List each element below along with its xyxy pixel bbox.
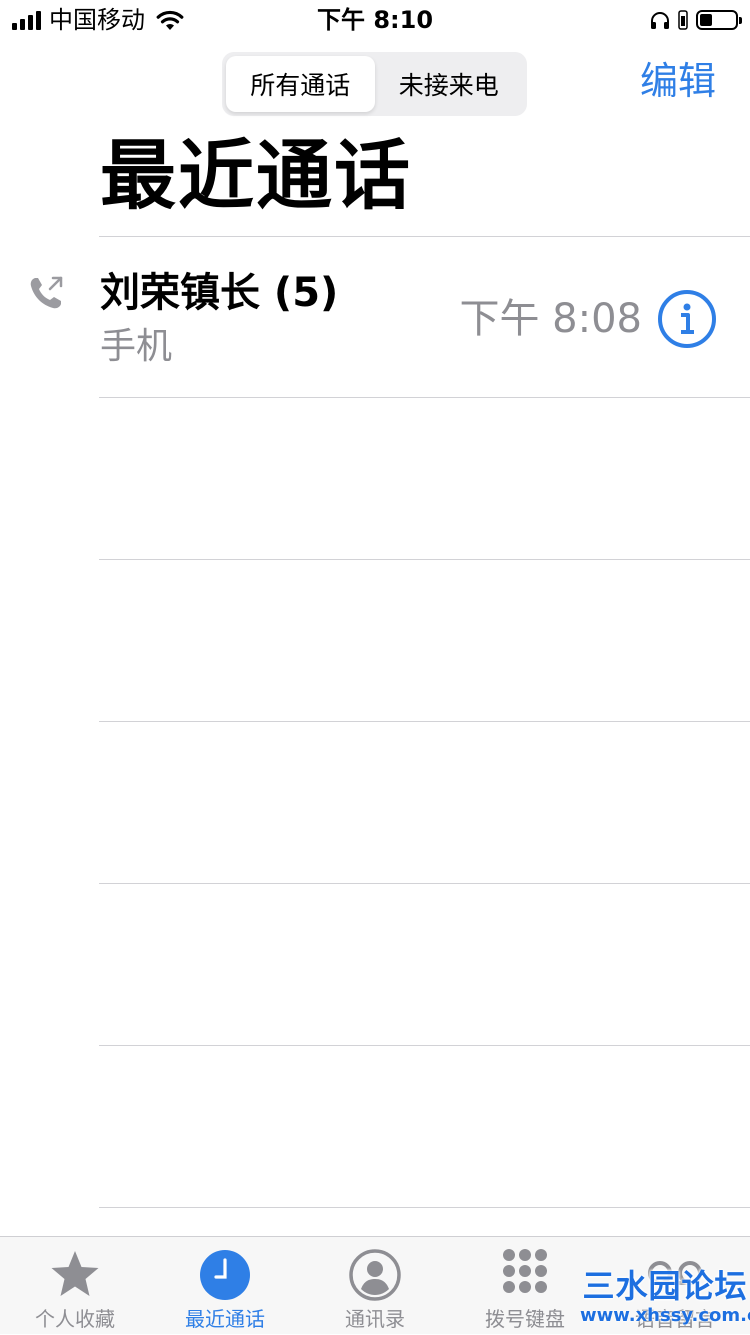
tab-label: 拨号键盘 [485, 1307, 565, 1331]
status-time: 下午 8:10 [316, 6, 434, 34]
star-icon [51, 1251, 99, 1296]
watermark: 三水园论坛 www.xhssy.com.cn [580, 1266, 750, 1334]
tab-label: 个人收藏 [35, 1307, 115, 1331]
list-separator [99, 559, 750, 560]
clock-icon [200, 1250, 250, 1300]
tab-recents[interactable]: 最近通话 [150, 1237, 300, 1335]
list-separator [99, 1207, 750, 1208]
tab-keypad[interactable]: 拨号键盘 [450, 1237, 600, 1335]
contact-icon [349, 1249, 401, 1301]
tab-label: 最近通话 [185, 1307, 265, 1331]
calls-filter-segmented-control: 所有通话 未接来电 [222, 52, 527, 116]
outgoing-call-icon [30, 276, 63, 309]
tab-contacts[interactable]: 通讯录 [300, 1237, 450, 1335]
segment-missed-calls[interactable]: 未接来电 [375, 56, 524, 112]
orientation-lock-icon [678, 10, 688, 30]
edit-button[interactable]: 编辑 [640, 56, 716, 106]
recent-call-row[interactable]: 刘荣镇长 (5) 手机 下午 8:08 [0, 237, 750, 397]
watermark-url: www.xhssy.com.cn [580, 1305, 750, 1326]
status-right [650, 6, 742, 34]
caller-name: 刘荣镇长 (5) [100, 270, 339, 316]
list-separator [99, 721, 750, 722]
tab-label: 通讯录 [345, 1307, 405, 1331]
keypad-icon [503, 1249, 547, 1293]
headphones-icon [651, 12, 669, 29]
call-number-type: 手机 [100, 326, 173, 367]
status-bar: 中国移动 下午 8:10 [0, 0, 750, 40]
page-title: 最近通话 [100, 131, 412, 220]
tab-favorites[interactable]: 个人收藏 [0, 1237, 150, 1335]
watermark-title: 三水园论坛 [582, 1267, 748, 1305]
call-time: 下午 8:08 [459, 296, 642, 342]
list-separator [99, 397, 750, 398]
segment-all-calls[interactable]: 所有通话 [226, 56, 375, 112]
battery-icon [696, 10, 742, 30]
list-separator [99, 883, 750, 884]
info-icon[interactable] [657, 289, 717, 349]
list-separator [99, 1045, 750, 1046]
